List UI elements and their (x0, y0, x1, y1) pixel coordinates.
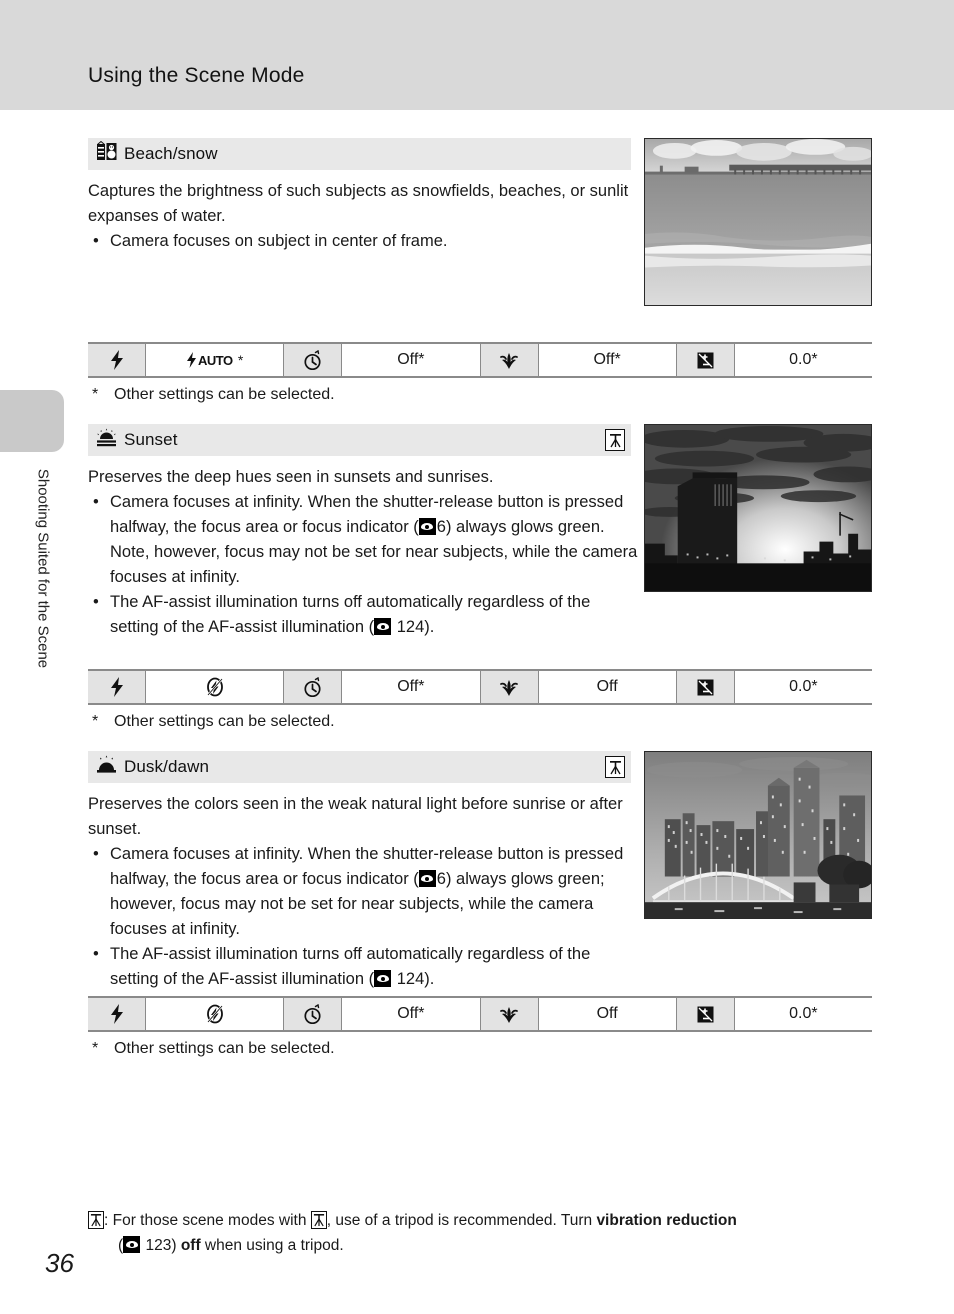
flash-auto-glyph: AUTO (186, 352, 233, 368)
macro-mode-value[interactable]: Off (539, 671, 677, 703)
scene-bullets: Camera focuses at infinity. When the shu… (88, 490, 640, 640)
scene-intro: Captures the brightness of such subjects… (88, 182, 629, 225)
sunset-icon (96, 428, 117, 453)
footnote-part5: when using a tripod. (200, 1237, 344, 1254)
self-timer-value[interactable]: Off* (342, 998, 481, 1030)
bullet-text-after: ). (424, 618, 435, 636)
dusk-bridge-photo (644, 751, 872, 919)
footnote-part2: , use of a tripod is recommended. Turn (326, 1212, 597, 1229)
macro-flower-icon[interactable] (480, 344, 539, 376)
bullet-reference-page: 6 (436, 870, 446, 888)
list-item: Camera focuses at infinity. When the shu… (88, 842, 640, 942)
bullet-text: Camera focuses on subject in center of f… (110, 232, 448, 250)
exposure-compensation-icon[interactable] (676, 998, 735, 1030)
flash-off-icon (206, 677, 223, 697)
list-item: Camera focuses on subject in center of f… (88, 229, 640, 254)
chapter-tab-marker (0, 390, 64, 452)
flash-mode-value[interactable]: AUTO * (146, 344, 285, 376)
flash-mode-value[interactable] (146, 998, 285, 1030)
macro-flower-icon[interactable] (480, 998, 539, 1030)
bullet-reference-page: 124 (396, 618, 425, 636)
scene-block-dusk-dawn: Dusk/dawn Preserves the colors seen in t… (88, 751, 872, 988)
exposure-compensation-icon[interactable] (676, 344, 735, 376)
flash-icon[interactable] (88, 344, 146, 376)
flash-mode-value[interactable] (146, 671, 285, 703)
settings-note: * Other settings can be selected. (92, 1040, 335, 1057)
manual-reference-icon (123, 1236, 141, 1253)
bullet-text-after: ). (424, 970, 435, 988)
note-text: Other settings can be selected. (114, 713, 335, 730)
scene-intro: Preserves the deep hues seen in sunsets … (88, 468, 494, 486)
list-item: Camera focuses at infinity. When the shu… (88, 490, 640, 590)
list-item: The AF-assist illumination turns off aut… (88, 590, 640, 640)
manual-reference-icon (418, 870, 436, 887)
beach-snow-icon (96, 140, 117, 167)
self-timer-icon[interactable] (284, 998, 343, 1030)
tripod-footnote: : For those scene modes with , use of a … (88, 1208, 878, 1258)
bullet-reference-page: 124 (396, 970, 425, 988)
bullet-text-before: The AF-assist illumination turns off aut… (110, 945, 591, 988)
flash-icon[interactable] (88, 671, 146, 703)
sunset-city-photo (644, 424, 872, 592)
settings-note: * Other settings can be selected. (92, 386, 335, 403)
tripod-recommended-badge (605, 756, 625, 778)
tripod-icon (310, 1211, 327, 1229)
settings-strip-sunset: Off* Off 0.0* * Other settings can be se… (88, 669, 872, 731)
scene-title: Sunset (124, 430, 178, 449)
settings-note: * Other settings can be selected. (92, 713, 335, 730)
page-header-band (0, 0, 954, 110)
self-timer-icon[interactable] (284, 344, 343, 376)
bullet-reference-page: 6 (436, 518, 446, 536)
flash-icon[interactable] (88, 998, 146, 1030)
footnote-part1: : For those scene modes with (104, 1212, 311, 1229)
settings-strip-beach-snow: AUTO * Off* Off* 0.0* * Other settings c… (88, 342, 872, 404)
exposure-compensation-value[interactable]: 0.0* (735, 671, 872, 703)
beach-pier-photo (644, 138, 872, 306)
exposure-compensation-icon[interactable] (676, 671, 735, 703)
flash-off-icon (206, 1004, 223, 1024)
scene-body-sunset: Preserves the deep hues seen in sunsets … (88, 456, 640, 640)
scene-header-dusk-dawn: Dusk/dawn (88, 751, 631, 783)
footnote-bold-vibration-reduction: vibration reduction (596, 1212, 737, 1229)
footnote-reference-page: 123 (145, 1237, 172, 1254)
footnote-bold-off: off (180, 1237, 201, 1254)
scene-intro: Preserves the colors seen in the weak na… (88, 795, 623, 838)
scene-bullets: Camera focuses at infinity. When the shu… (88, 842, 640, 992)
page-number: 36 (45, 1248, 74, 1278)
scene-header-sunset: Sunset (88, 424, 631, 456)
self-timer-value[interactable]: Off* (342, 671, 481, 703)
manual-reference-icon (418, 518, 436, 535)
macro-mode-value[interactable]: Off (539, 998, 677, 1030)
footnote-asterisk: * (237, 352, 244, 368)
exposure-compensation-value[interactable]: 0.0* (735, 344, 872, 376)
dusk-dawn-icon (96, 755, 117, 780)
scene-bullets: Camera focuses on subject in center of f… (88, 229, 640, 254)
scene-title: Dusk/dawn (124, 757, 209, 776)
list-item: The AF-assist illumination turns off aut… (88, 942, 640, 992)
manual-reference-icon (374, 970, 392, 987)
macro-mode-value[interactable]: Off* (539, 344, 677, 376)
footnote-part4: ) (171, 1237, 181, 1254)
note-text: Other settings can be selected. (114, 386, 335, 403)
chapter-tab-label: Shooting Suited for the Scene (34, 468, 52, 669)
scene-header-beach-snow: Beach/snow (88, 138, 631, 170)
note-text: Other settings can be selected. (114, 1040, 335, 1057)
scene-block-sunset: Sunset Preserves the deep hues seen in s… (88, 424, 872, 659)
content-column: Beach/snow Captures the brightness of su… (88, 138, 872, 1058)
manual-reference-icon (374, 618, 392, 635)
svg-text:AUTO: AUTO (198, 353, 233, 368)
self-timer-icon[interactable] (284, 671, 343, 703)
tripod-icon (88, 1211, 104, 1229)
self-timer-value[interactable]: Off* (342, 344, 481, 376)
bullet-text-before: The AF-assist illumination turns off aut… (110, 593, 591, 636)
scene-body-dusk-dawn: Preserves the colors seen in the weak na… (88, 783, 640, 992)
scene-body-beach-snow: Captures the brightness of such subjects… (88, 170, 640, 254)
macro-flower-icon[interactable] (480, 671, 539, 703)
settings-strip-dusk-dawn: Off* Off 0.0* * Other settings can be se… (88, 996, 872, 1058)
scene-title: Beach/snow (124, 144, 218, 163)
exposure-compensation-value[interactable]: 0.0* (735, 998, 872, 1030)
tripod-recommended-badge (605, 429, 625, 451)
scene-block-beach-snow: Beach/snow Captures the brightness of su… (88, 138, 872, 334)
page-title: Using the Scene Mode (88, 64, 305, 87)
